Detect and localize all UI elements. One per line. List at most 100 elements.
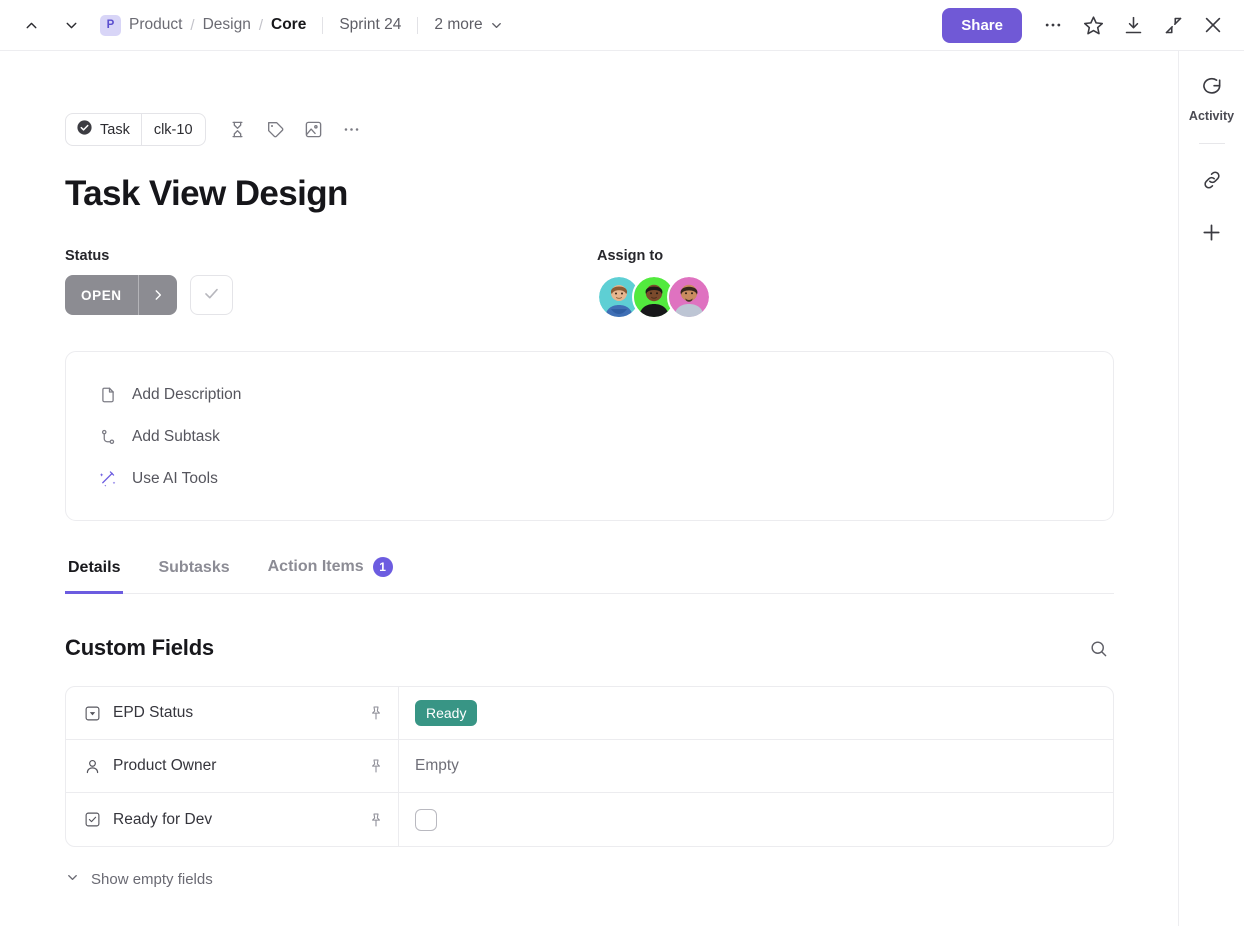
custom-fields-table: EPD Status Ready Product Owner xyxy=(65,686,1114,847)
plus-icon[interactable] xyxy=(1194,214,1230,250)
tab-details-label: Details xyxy=(68,559,120,577)
table-row: Product Owner Empty xyxy=(66,740,1113,793)
add-subtask-button[interactable]: Add Subtask xyxy=(66,416,1113,458)
pin-icon[interactable] xyxy=(368,758,384,774)
body: Task clk-10 xyxy=(0,51,1244,926)
mark-complete-button[interactable] xyxy=(190,275,233,315)
use-ai-tools-button[interactable]: Use AI Tools xyxy=(66,458,1113,500)
task-main-panel: Task clk-10 xyxy=(0,51,1178,926)
custom-field-value-cell[interactable]: Ready xyxy=(399,687,1113,739)
pin-icon[interactable] xyxy=(368,705,384,721)
checkbox-icon xyxy=(84,811,102,828)
more-breadcrumbs-button[interactable]: 2 more xyxy=(434,16,503,34)
top-bar: P Product / Design / Core Sprint 24 2 mo… xyxy=(0,0,1244,51)
magic-wand-icon xyxy=(98,470,118,488)
assignee-avatars xyxy=(597,275,711,319)
person-icon xyxy=(84,758,102,775)
download-icon[interactable] xyxy=(1116,8,1150,42)
add-description-label: Add Description xyxy=(132,386,241,404)
task-type-label: Task xyxy=(100,122,130,138)
subtask-icon xyxy=(98,428,118,446)
tab-subtasks[interactable]: Subtasks xyxy=(155,559,232,594)
link-icon[interactable] xyxy=(1194,162,1230,198)
status-badge: Ready xyxy=(415,700,477,726)
rail-item-activity-label: Activity xyxy=(1189,109,1234,123)
image-icon[interactable] xyxy=(298,114,330,146)
tab-action-items[interactable]: Action Items 1 xyxy=(265,557,396,594)
chevron-right-icon xyxy=(139,275,177,315)
activity-rail: Activity xyxy=(1178,51,1244,926)
tag-icon[interactable] xyxy=(260,114,292,146)
more-breadcrumbs-label: 2 more xyxy=(434,16,482,34)
breadcrumb: P Product / Design / Core Sprint 24 2 mo… xyxy=(100,15,504,36)
top-bar-actions: Share xyxy=(942,8,1230,43)
breadcrumb-divider xyxy=(417,17,418,34)
custom-field-label: Ready for Dev xyxy=(113,811,212,829)
comment-icon xyxy=(1200,75,1223,103)
assignee-field: Assign to xyxy=(597,248,711,319)
table-row: EPD Status Ready xyxy=(66,687,1113,740)
custom-field-name-cell[interactable]: EPD Status xyxy=(66,687,399,739)
show-empty-fields-button[interactable]: Show empty fields xyxy=(65,870,213,889)
sprint-label[interactable]: Sprint 24 xyxy=(339,16,401,34)
page-title: Task View Design xyxy=(65,174,1178,214)
custom-fields-title: Custom Fields xyxy=(65,635,214,661)
breadcrumb-item-product[interactable]: Product xyxy=(129,16,182,34)
add-description-button[interactable]: Add Description xyxy=(66,374,1113,416)
show-empty-fields-label: Show empty fields xyxy=(91,871,213,888)
chevron-down-icon xyxy=(65,870,80,889)
tab-subtasks-label: Subtasks xyxy=(158,559,229,577)
task-id[interactable]: clk-10 xyxy=(142,114,205,145)
rail-divider xyxy=(1199,143,1225,144)
status-label: Status xyxy=(65,248,597,264)
status-button[interactable]: OPEN xyxy=(65,275,177,315)
breadcrumb-item-design[interactable]: Design xyxy=(203,16,251,34)
empty-value: Empty xyxy=(415,757,459,775)
action-items-badge: 1 xyxy=(373,557,393,577)
document-icon xyxy=(98,386,118,404)
task-type-pill: Task clk-10 xyxy=(65,113,206,146)
tab-bar: Details Subtasks Action Items 1 xyxy=(65,557,1114,594)
tab-action-items-label: Action Items xyxy=(268,558,364,576)
table-row: Ready for Dev xyxy=(66,793,1113,846)
chevron-down-icon[interactable] xyxy=(58,12,84,38)
ready-for-dev-checkbox[interactable] xyxy=(415,809,437,831)
avatar[interactable] xyxy=(667,275,711,319)
custom-field-value-cell[interactable] xyxy=(399,793,1113,846)
chevron-up-icon[interactable] xyxy=(18,12,44,38)
more-options-icon[interactable] xyxy=(336,114,368,146)
search-icon[interactable] xyxy=(1082,632,1114,664)
share-button[interactable]: Share xyxy=(942,8,1022,43)
close-icon[interactable] xyxy=(1196,8,1230,42)
custom-field-value-cell[interactable]: Empty xyxy=(399,740,1113,792)
custom-field-label: EPD Status xyxy=(113,704,193,722)
check-circle-icon xyxy=(76,119,93,140)
chevron-down-icon xyxy=(489,18,504,33)
dropdown-icon xyxy=(84,705,102,722)
assign-label: Assign to xyxy=(597,248,711,264)
custom-field-label: Product Owner xyxy=(113,757,216,775)
custom-field-name-cell[interactable]: Product Owner xyxy=(66,740,399,792)
quick-actions-card: Add Description Add Subtask Use AI Tools xyxy=(65,351,1114,521)
favorite-star-icon[interactable] xyxy=(1076,8,1110,42)
task-meta-row: Task clk-10 xyxy=(65,113,1178,146)
custom-field-name-cell[interactable]: Ready for Dev xyxy=(66,793,399,846)
breadcrumb-divider xyxy=(322,17,323,34)
add-subtask-label: Add Subtask xyxy=(132,428,220,446)
task-type-button[interactable]: Task xyxy=(66,114,141,145)
check-icon xyxy=(202,284,221,306)
hourglass-icon[interactable] xyxy=(222,114,254,146)
breadcrumb-item-core[interactable]: Core xyxy=(271,16,306,34)
collapse-icon[interactable] xyxy=(1156,8,1190,42)
nav-arrows xyxy=(18,12,84,38)
status-controls: OPEN xyxy=(65,275,597,315)
rail-item-activity[interactable]: Activity xyxy=(1189,75,1234,123)
task-meta-icons xyxy=(222,114,368,146)
use-ai-tools-label: Use AI Tools xyxy=(132,470,218,488)
tab-details[interactable]: Details xyxy=(65,559,123,594)
pin-icon[interactable] xyxy=(368,812,384,828)
project-badge[interactable]: P xyxy=(100,15,121,36)
more-options-icon[interactable] xyxy=(1036,8,1070,42)
custom-fields-header: Custom Fields xyxy=(65,632,1114,664)
breadcrumb-separator: / xyxy=(259,17,263,34)
